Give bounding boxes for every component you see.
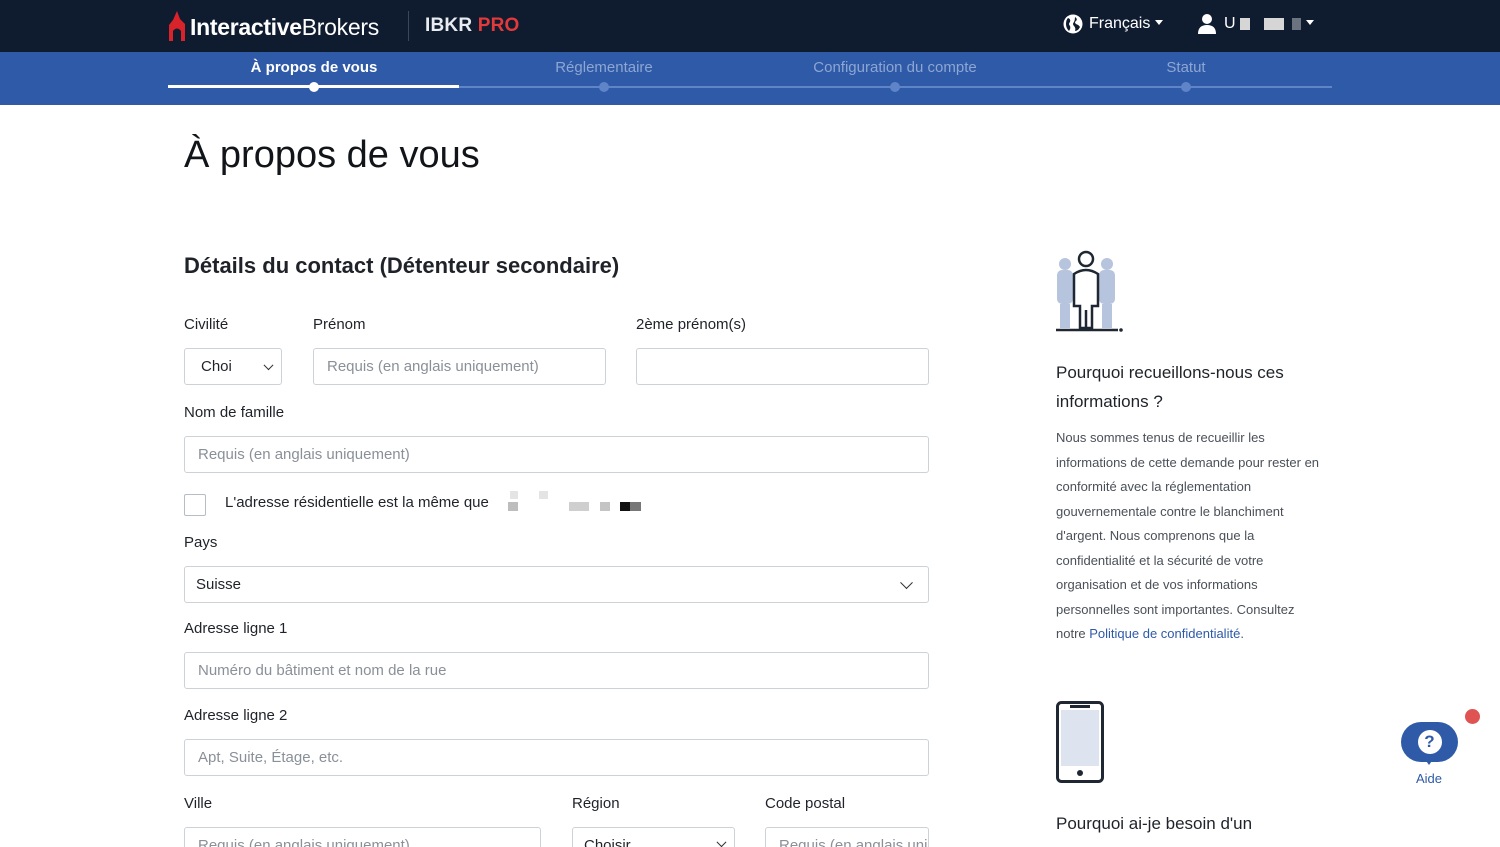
region-select[interactable]: Choisir (572, 827, 735, 847)
postal-code-label: Code postal (765, 795, 846, 812)
redacted-holder-name (508, 491, 643, 513)
globe-icon (1063, 14, 1083, 34)
chevron-down-icon (1305, 20, 1314, 25)
brand-logo[interactable]: InteractiveBrokers (168, 9, 379, 45)
language-selector[interactable]: Français (1063, 14, 1164, 34)
brand-name: InteractiveBrokers (190, 13, 379, 40)
step-status: Statut (1166, 59, 1206, 76)
step-dot (1181, 82, 1191, 92)
people-icon (1056, 250, 1123, 332)
why-phone-heading: Pourquoi ai-je besoin d'un (1056, 814, 1253, 833)
top-navbar: InteractiveBrokers IBKR PRO Français U (0, 0, 1500, 52)
logo-icon (168, 11, 186, 43)
same-address-label: L'adresse résidentielle est la même que (225, 494, 489, 511)
step-dot (890, 82, 900, 92)
user-icon (1198, 14, 1216, 34)
step-regulatory: Réglementaire (555, 59, 653, 76)
help-icon: ? (1417, 730, 1442, 754)
notification-dot (1465, 709, 1480, 724)
section-title: Détails du contact (Détenteur secondaire… (184, 253, 620, 278)
step-about-you[interactable]: À propos de vous (251, 59, 378, 76)
country-label: Pays (184, 534, 218, 551)
chevron-down-icon (1155, 20, 1164, 25)
why-collect-text: Nous sommes tenus de recueillir les info… (1056, 430, 1320, 641)
redacted-username (1291, 18, 1301, 30)
same-address-checkbox[interactable] (184, 494, 206, 516)
chevron-down-icon (263, 359, 274, 370)
page-title: À propos de vous (184, 134, 480, 176)
redacted-username (1239, 18, 1250, 30)
city-input[interactable]: Requis (en anglais uniquement) (184, 827, 541, 847)
step-account-config: Configuration du compte (813, 59, 977, 76)
language-label: Français (1089, 15, 1151, 32)
user-menu[interactable]: U (1198, 13, 1314, 35)
country-select[interactable]: Suisse (184, 566, 929, 603)
address-line1-input[interactable]: Numéro du bâtiment et nom de la rue (184, 652, 929, 689)
help-button[interactable]: ? (1401, 722, 1458, 762)
city-label: Ville (184, 795, 213, 812)
middle-name-label: 2ème prénom(s) (636, 316, 747, 333)
phone-icon (1056, 701, 1104, 783)
step-dot-active (309, 82, 319, 92)
why-collect-heading: Pourquoi recueillons-nous ces informatio… (1056, 363, 1284, 411)
prenom-label: Prénom (313, 316, 366, 333)
privacy-policy-link[interactable]: Politique de confidentialité (1089, 626, 1240, 641)
address-line2-label: Adresse ligne 2 (184, 707, 288, 724)
chevron-down-icon (900, 575, 913, 589)
middle-name-input[interactable] (636, 348, 929, 385)
prenom-input[interactable]: Requis (en anglais uniquement) (313, 348, 606, 385)
product-name: IBKR PRO (425, 15, 520, 36)
user-initial: U (1224, 15, 1236, 32)
logo-divider (408, 11, 409, 41)
progress-stepper: À propos de vous Réglementaire Configura… (0, 52, 1500, 105)
postal-code-input[interactable]: Requis (en anglais uniquement) (765, 827, 929, 847)
chevron-down-icon (716, 837, 727, 847)
last-name-input[interactable]: Requis (en anglais uniquement) (184, 436, 929, 473)
region-label: Région (572, 795, 620, 812)
redacted-username (1263, 18, 1284, 30)
help-label[interactable]: Aide (1416, 771, 1442, 786)
civilite-select[interactable]: Choi (184, 348, 282, 385)
civilite-label: Civilité (184, 316, 229, 333)
address-line2-input[interactable]: Apt, Suite, Étage, etc. (184, 739, 929, 776)
address-line1-label: Adresse ligne 1 (184, 620, 288, 637)
step-dot (599, 82, 609, 92)
last-name-label: Nom de famille (184, 404, 285, 421)
help-button-tail (1424, 758, 1434, 765)
